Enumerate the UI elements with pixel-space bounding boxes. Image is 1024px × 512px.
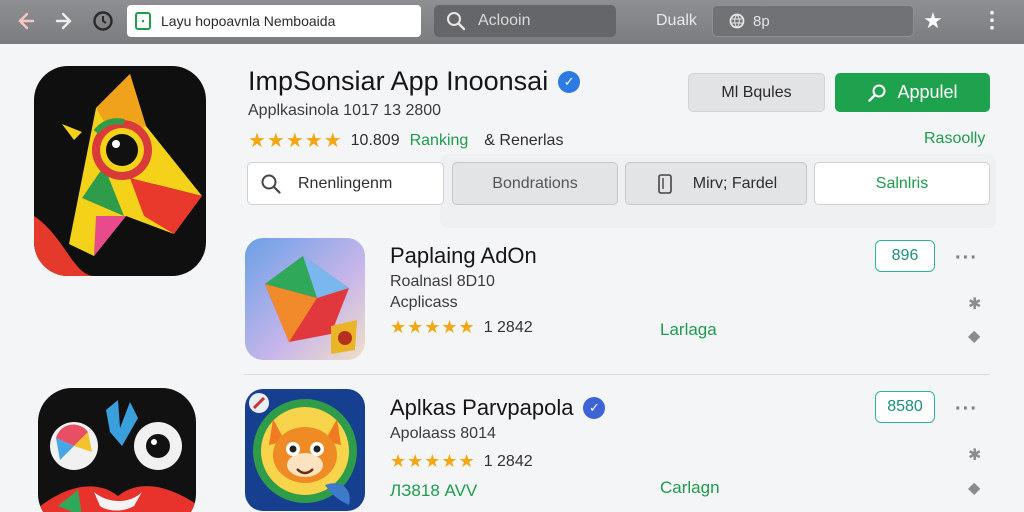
filter-search-input[interactable]: Rnenlingenm (247, 162, 444, 205)
app-2-category[interactable]: Carlagn (660, 478, 720, 498)
hero-app-icon[interactable] (34, 66, 206, 276)
toolbar-side-label: Dualk (656, 12, 697, 29)
back-icon[interactable] (12, 8, 38, 34)
toolbar-search-label: Aclooin (478, 12, 531, 29)
filter-chip-1[interactable]: Bondrations (452, 162, 618, 205)
bookmark-star-icon[interactable]: ★ (920, 8, 946, 34)
secondary-action-button[interactable]: Ml Bqules (688, 73, 825, 112)
app-1-line2: Acplicass (390, 294, 458, 311)
cube-logo-icon (265, 256, 357, 354)
app-2-count: 1 2842 (483, 452, 533, 470)
forward-icon[interactable] (52, 8, 78, 34)
site-badge-icon: ▪ (135, 12, 151, 30)
search-icon (261, 174, 281, 194)
device-icon (657, 173, 672, 194)
app-1-arrow-icon[interactable]: ◆ (968, 326, 980, 346)
rating-count: 10.809 (350, 131, 400, 149)
filter-chip-2[interactable]: Mirv; Fardel (625, 162, 807, 205)
app-1-pin-icon[interactable]: ✱ (968, 294, 981, 314)
app-2-arrow-icon[interactable]: ◆ (968, 478, 980, 498)
app-1-stars-icon: ★★★★★ (390, 317, 476, 337)
app-1-price-button[interactable]: 896 (875, 240, 935, 272)
search-icon (868, 84, 886, 102)
app-2-pin-icon[interactable]: ✱ (968, 445, 981, 465)
featured-app-icon[interactable] (38, 388, 196, 512)
toolbar-side-field[interactable]: 8p (712, 5, 914, 37)
history-icon[interactable] (90, 8, 116, 34)
app-1-title[interactable]: Paplaing AdOn (390, 243, 537, 269)
list-divider (244, 374, 990, 375)
verified-badge-icon: ✓ (583, 397, 606, 419)
filter-chip-3[interactable]: Salnlris (814, 162, 990, 205)
search-icon (447, 12, 466, 31)
reviews-link[interactable]: & Renerlas (484, 132, 563, 150)
toolbar-search[interactable]: Aclooin (434, 5, 616, 37)
app-2-title-text: Aplkas Parvpapola (390, 395, 574, 420)
app-2-title[interactable]: Aplkas Parvpapola ✓ (390, 395, 606, 421)
app-1-icon[interactable] (245, 238, 365, 360)
hero-app-title: ImpSonsiar App Inoonsai ✓ (248, 66, 581, 97)
app-1-more-icon[interactable]: ··· (955, 247, 978, 270)
app-2-more-icon[interactable]: ··· (955, 398, 978, 421)
address-bar[interactable]: ▪ Layu hopoavnla Nemboaida (127, 5, 421, 37)
app-2-price-button[interactable]: 8580 (875, 391, 935, 423)
app-2-extra: ЛЗ818 AVV (390, 481, 478, 500)
more-menu-icon[interactable]: ⋮ (980, 8, 1004, 34)
filter-search-value: Rnenlingenm (298, 174, 393, 192)
ranking-link[interactable]: Ranking (410, 132, 469, 150)
app-2-icon[interactable] (245, 389, 365, 511)
app-1-line1: Roalnasl 8D10 (390, 273, 495, 290)
app-2-stars-icon: ★★★★★ (390, 451, 476, 471)
hero-rating-row: ★★★★★ 10.809 Ranking & Renerlas (248, 128, 563, 153)
app-1-category[interactable]: Larlaga (660, 320, 717, 340)
popular-link[interactable]: Rasoolly (924, 130, 985, 148)
url-text: Layu hopoavnla Nemboaida (161, 13, 336, 29)
cartoon-face-icon (38, 400, 196, 512)
browser-toolbar: ▪ Layu hopoavnla Nemboaida Aclooin Dualk… (0, 0, 1024, 44)
verified-badge-icon: ✓ (558, 70, 581, 93)
fox-character-icon (249, 393, 357, 505)
app-1-count: 1 2842 (483, 318, 533, 336)
app-2-line1: Apolaass 8014 (390, 425, 496, 442)
app-2-rating: ★★★★★ 1 2842 (390, 451, 533, 472)
toolbar-side-field-text: 8p (753, 12, 770, 30)
globe-icon (729, 13, 745, 29)
install-button-label: Appulel (897, 82, 958, 102)
app-1-rating: ★★★★★ 1 2842 (390, 317, 533, 338)
toolbar-extension-group: Dualk 8p (650, 5, 958, 37)
filter-chip-2-label: Mirv; Fardel (692, 174, 778, 192)
install-button[interactable]: Appulel (835, 73, 990, 112)
rocket-bird-icon (34, 74, 202, 276)
hero-app-subtitle: Applkasinola 1017 13 2800 (248, 102, 442, 119)
hero-app-title-text: ImpSonsiar App Inoonsai (248, 66, 549, 96)
rating-stars-icon: ★★★★★ (248, 130, 343, 152)
